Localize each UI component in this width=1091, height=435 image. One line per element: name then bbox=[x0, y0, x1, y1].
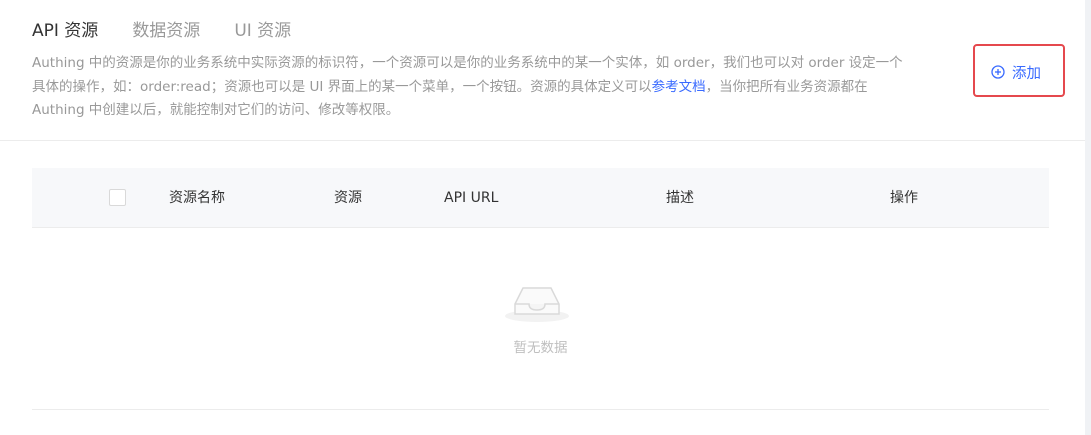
empty-inbox-icon bbox=[505, 287, 569, 322]
resources-description: Authing 中的资源是你的业务系统中实际资源的标识符，一个资源可以是你的业务… bbox=[32, 52, 912, 123]
tab-data-resources[interactable]: 数据资源 bbox=[132, 18, 200, 44]
resources-header: API 资源 数据资源 UI 资源 Authing 中的资源是你的业务系统中实际… bbox=[0, 0, 1085, 141]
column-header-description[interactable]: 描述 bbox=[666, 168, 694, 228]
empty-state-text: 暂无数据 bbox=[513, 340, 568, 356]
resources-table: 资源名称 资源 API URL 描述 操作 暂无数据 bbox=[32, 168, 1049, 410]
select-all-checkbox[interactable] bbox=[109, 189, 126, 206]
column-header-actions[interactable]: 操作 bbox=[890, 168, 918, 228]
table-body: 暂无数据 bbox=[32, 228, 1049, 410]
tab-api-resources[interactable]: API 资源 bbox=[32, 18, 98, 44]
tab-ui-resources[interactable]: UI 资源 bbox=[234, 18, 291, 44]
add-button[interactable]: 添加 bbox=[991, 62, 1041, 82]
add-button-highlight: 添加 bbox=[973, 44, 1065, 97]
page-frame: API 资源 数据资源 UI 资源 Authing 中的资源是你的业务系统中实际… bbox=[0, 0, 1091, 435]
resource-tabs: API 资源 数据资源 UI 资源 bbox=[32, 18, 325, 44]
column-header-resource[interactable]: 资源 bbox=[334, 168, 362, 228]
add-button-label: 添加 bbox=[1012, 65, 1041, 82]
plus-circle-icon bbox=[991, 65, 1005, 79]
column-header-api-url[interactable]: API URL bbox=[444, 168, 498, 228]
docs-link[interactable]: 参考文档 bbox=[652, 79, 706, 95]
column-header-name[interactable]: 资源名称 bbox=[169, 168, 225, 228]
table-header: 资源名称 资源 API URL 描述 操作 bbox=[32, 168, 1049, 228]
